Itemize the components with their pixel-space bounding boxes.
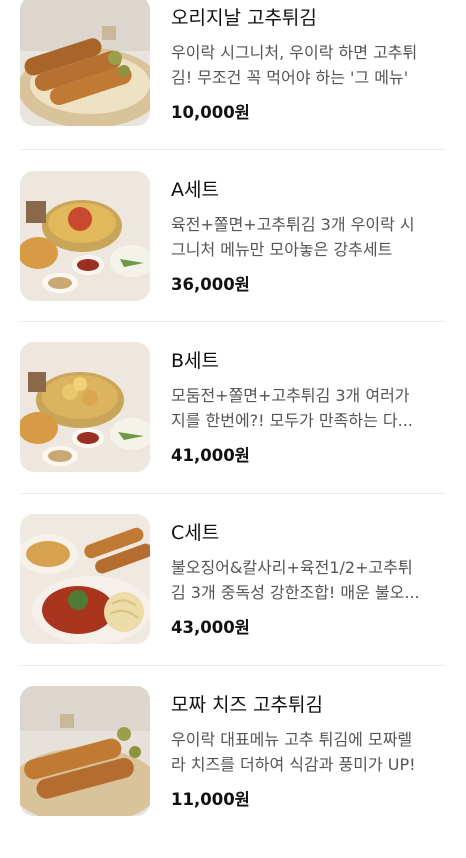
description-line: 육전+쫄면+고추튀김 3개 우이락 시 bbox=[171, 215, 415, 234]
description-line: 모둠전+쫄면+고추튀김 3개 여러가 bbox=[171, 386, 410, 405]
fried-pepper-photo bbox=[20, 0, 150, 126]
menu-item-price: 41,000원 bbox=[171, 446, 250, 465]
menu-item-price: 10,000원 bbox=[171, 103, 250, 122]
description-line: 지를 한번에?! 모두가 만족하는 다... bbox=[171, 411, 413, 430]
menu-item-original-pepper[interactable]: 오리지날 고추튀김 우이락 시그니처, 우이락 하면 고추튀 김! 무조건 꼭 … bbox=[0, 0, 466, 172]
divider bbox=[20, 665, 446, 666]
divider bbox=[20, 321, 446, 322]
menu-item-price: 43,000원 bbox=[171, 618, 250, 637]
menu-item-title: C세트 bbox=[171, 522, 220, 544]
menu-item-description: 모둠전+쫄면+고추튀김 3개 여러가 지를 한번에?! 모두가 만족하는 다..… bbox=[171, 383, 451, 433]
menu-item-set-b[interactable]: B세트 모둠전+쫄면+고추튀김 3개 여러가 지를 한번에?! 모두가 만족하는… bbox=[0, 342, 466, 514]
description-line: 라 치즈를 더하여 식감과 풍미가 UP! bbox=[171, 755, 416, 774]
menu-item-title: A세트 bbox=[171, 179, 219, 201]
divider bbox=[20, 149, 446, 150]
divider bbox=[20, 493, 446, 494]
menu-item-title: B세트 bbox=[171, 350, 219, 372]
menu-item-price: 36,000원 bbox=[171, 275, 250, 294]
menu-item-set-c[interactable]: C세트 불오징어&칼사리+육전1/2+고추튀 김 3개 중독성 강한조합! 매운… bbox=[0, 514, 466, 686]
squid-noodle-photo bbox=[20, 514, 150, 644]
set-platter-photo bbox=[20, 171, 150, 301]
menu-item-description: 우이락 시그니처, 우이락 하면 고추튀 김! 무조건 꼭 먹어야 하는 '그 … bbox=[171, 40, 451, 90]
description-line: 김! 무조건 꼭 먹어야 하는 '그 메뉴' bbox=[171, 68, 409, 87]
menu-item-mozza-cheese-pepper[interactable]: 모짜 치즈 고추튀김 우이락 대표메뉴 고추 튀김에 모짜렐 라 치즈를 더하여… bbox=[0, 686, 466, 858]
menu-item-description: 우이락 대표메뉴 고추 튀김에 모짜렐 라 치즈를 더하여 식감과 풍미가 UP… bbox=[171, 727, 451, 777]
set-platter-photo bbox=[20, 342, 150, 472]
description-line: 우이락 대표메뉴 고추 튀김에 모짜렐 bbox=[171, 730, 413, 749]
description-line: 김 3개 중독성 강한조합! 매운 불오... bbox=[171, 583, 420, 602]
description-line: 불오징어&칼사리+육전1/2+고추튀 bbox=[171, 558, 413, 577]
menu-item-description: 육전+쫄면+고추튀김 3개 우이락 시 그니처 메뉴만 모아놓은 강추세트 bbox=[171, 212, 451, 262]
menu-item-title: 모짜 치즈 고추튀김 bbox=[171, 694, 323, 716]
description-line: 우이락 시그니처, 우이락 하면 고추튀 bbox=[171, 43, 418, 62]
menu-item-title: 오리지날 고추튀김 bbox=[171, 7, 317, 29]
menu-item-description: 불오징어&칼사리+육전1/2+고추튀 김 3개 중독성 강한조합! 매운 불오.… bbox=[171, 555, 451, 605]
menu-item-price: 11,000원 bbox=[171, 790, 250, 809]
description-line: 그니처 메뉴만 모아놓은 강추세트 bbox=[171, 240, 393, 259]
menu-item-set-a[interactable]: A세트 육전+쫄면+고추튀김 3개 우이락 시 그니처 메뉴만 모아놓은 강추세… bbox=[0, 171, 466, 343]
